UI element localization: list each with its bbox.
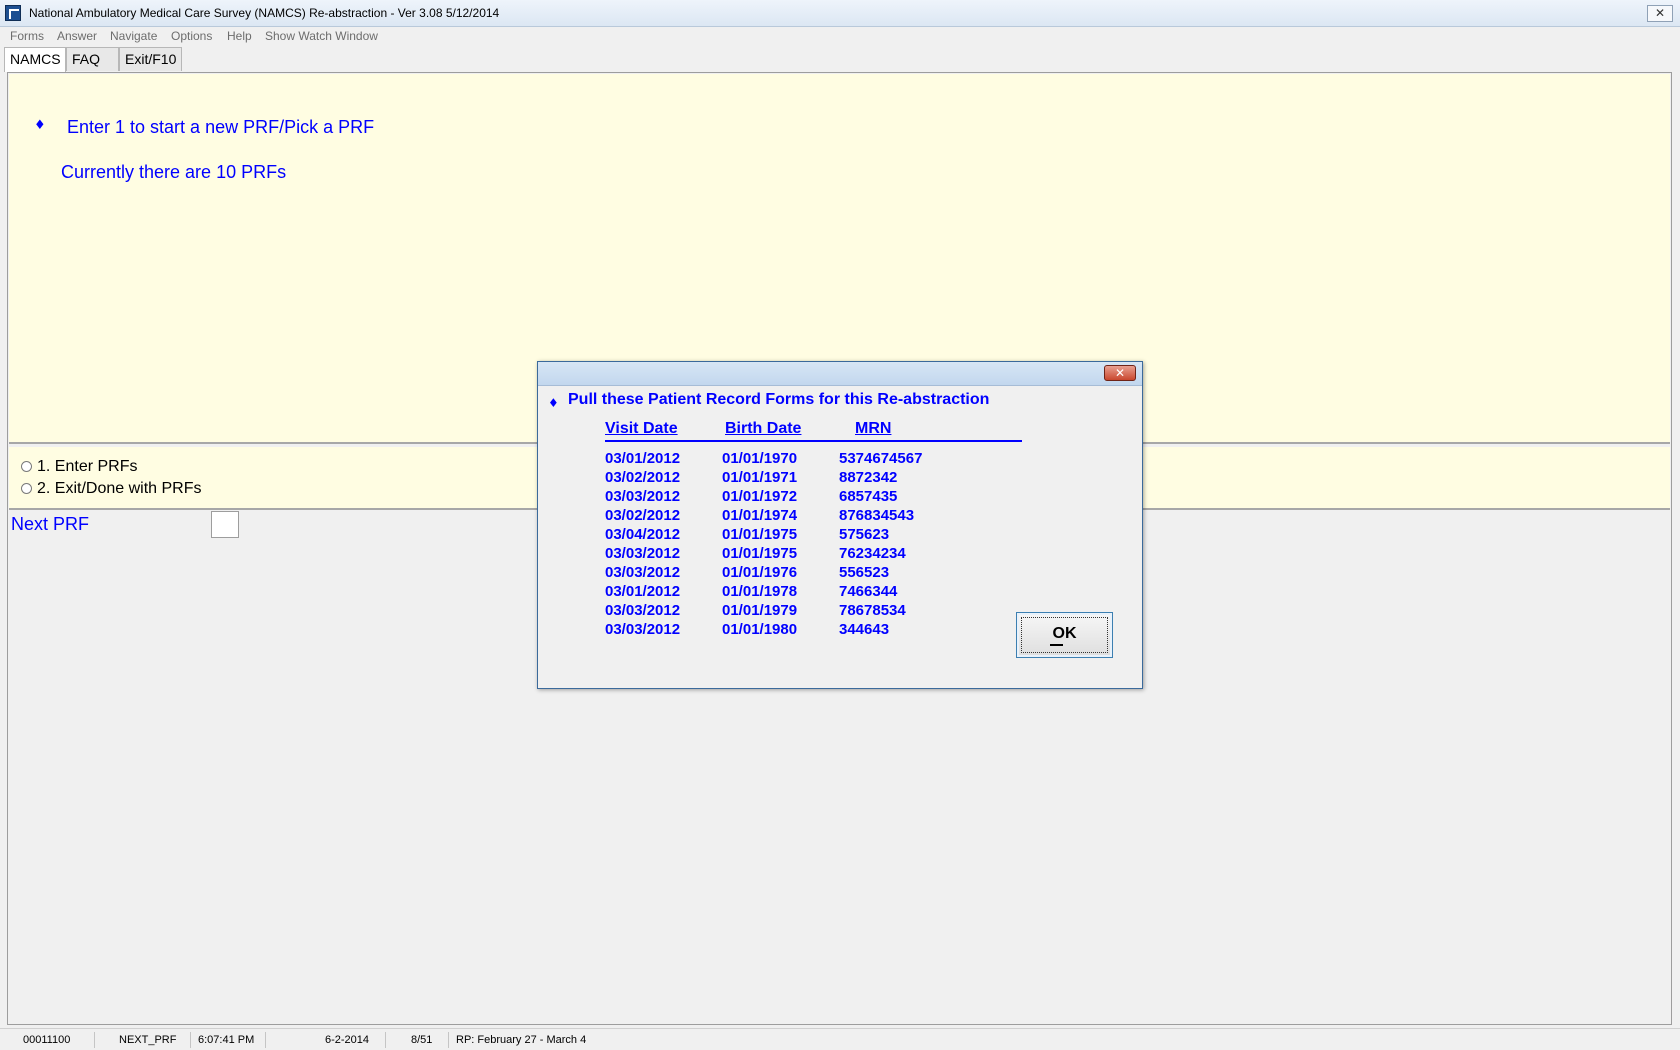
mrn-cell: 344643 — [839, 621, 890, 638]
status-reporting-period: RP: February 27 - March 4 — [456, 1034, 587, 1046]
table-row: 03/01/2012 01/01/1978 7466344 — [605, 583, 945, 602]
table-row: 03/03/2012 01/01/1976 556523 — [605, 564, 945, 583]
table-row: 03/03/2012 01/01/1975 76234234 — [605, 545, 945, 564]
ok-mnemonic-underline — [1050, 644, 1063, 646]
menu-navigate[interactable]: Navigate — [110, 27, 157, 45]
visit-date-cell: 03/03/2012 — [605, 564, 681, 581]
column-mrn: MRN — [855, 420, 892, 437]
birth-date-cell: 01/01/1976 — [722, 564, 798, 581]
ok-label: OK — [1052, 625, 1077, 642]
mrn-cell: 6857435 — [839, 488, 898, 505]
mrn-cell: 7466344 — [839, 583, 898, 600]
menu-forms[interactable]: Forms — [10, 27, 44, 45]
status-record-id: 00011100 — [23, 1034, 71, 1046]
visit-date-cell: 03/03/2012 — [605, 602, 681, 619]
window-close-button[interactable]: ✕ — [1647, 5, 1673, 22]
mrn-cell: 8872342 — [839, 469, 898, 486]
answer-number: 2. — [37, 480, 51, 497]
menu-answer[interactable]: Answer — [57, 27, 97, 45]
tab-strip: NAMCS FAQ Exit/F10 — [0, 47, 1680, 72]
visit-date-cell: 03/01/2012 — [605, 450, 681, 467]
status-divider — [190, 1032, 191, 1048]
visit-date-cell: 03/03/2012 — [605, 545, 681, 562]
mrn-cell: 5374674567 — [839, 450, 923, 467]
answer-label: Exit/Done with PRFs — [54, 480, 202, 497]
answer-number: 1. — [37, 458, 51, 475]
status-progress: 8/51 — [411, 1034, 433, 1046]
dialog-titlebar: ✕ — [538, 362, 1142, 386]
birth-date-cell: 01/01/1980 — [722, 621, 798, 638]
tab-namcs[interactable]: NAMCS — [4, 47, 66, 72]
table-row: 03/03/2012 01/01/1972 6857435 — [605, 488, 945, 507]
radio-button[interactable] — [21, 461, 32, 472]
ok-button[interactable]: OK — [1016, 612, 1113, 658]
next-prf-label: Next PRF — [11, 514, 90, 534]
visit-date-cell: 03/02/2012 — [605, 469, 681, 486]
status-divider — [265, 1032, 266, 1048]
status-field-name: NEXT_PRF — [119, 1034, 177, 1046]
status-date: 6-2-2014 — [325, 1034, 370, 1046]
table-header: Visit Date Birth Date MRN — [605, 418, 1022, 442]
status-divider — [448, 1032, 449, 1048]
mrn-cell: 575623 — [839, 526, 890, 543]
table-row: 03/03/2012 01/01/1980 344643 — [605, 621, 945, 640]
column-birth-date: Birth Date — [725, 420, 802, 437]
app-icon — [5, 5, 21, 21]
status-bar: 00011100 NEXT_PRF 6:07:41 PM 6-2-2014 8/… — [0, 1028, 1680, 1050]
birth-date-cell: 01/01/1975 — [722, 526, 798, 543]
visit-date-cell: 03/04/2012 — [605, 526, 681, 543]
birth-date-cell: 01/01/1978 — [722, 583, 798, 600]
birth-date-cell: 01/01/1974 — [722, 507, 798, 524]
column-visit-date: Visit Date — [605, 420, 678, 437]
table-row: 03/02/2012 01/01/1971 8872342 — [605, 469, 945, 488]
answer-label: Enter PRFs — [54, 458, 138, 475]
visit-date-cell: 03/03/2012 — [605, 621, 681, 638]
birth-date-cell: 01/01/1975 — [722, 545, 798, 562]
visit-date-cell: 03/02/2012 — [605, 507, 681, 524]
question-bullet-icon: ♦ — [34, 118, 46, 133]
status-divider — [385, 1032, 386, 1048]
window-titlebar: National Ambulatory Medical Care Survey … — [0, 0, 1680, 27]
pull-prf-dialog: ✕ ♦ Pull these Patient Record Forms for … — [537, 361, 1143, 689]
prf-table-body: 03/01/2012 01/01/1970 5374674567 03/02/2… — [605, 450, 945, 640]
birth-date-cell: 01/01/1971 — [722, 469, 798, 486]
status-time: 6:07:41 PM — [198, 1034, 255, 1046]
prf-count-info: Currently there are 10 PRFs — [61, 162, 287, 182]
dialog-close-button[interactable]: ✕ — [1104, 365, 1136, 381]
table-row: 03/04/2012 01/01/1975 575623 — [605, 526, 945, 545]
menu-options[interactable]: Options — [171, 27, 212, 45]
mrn-cell: 76234234 — [839, 545, 906, 562]
visit-date-cell: 03/03/2012 — [605, 488, 681, 505]
mrn-cell: 556523 — [839, 564, 890, 581]
mrn-cell: 876834543 — [839, 507, 915, 524]
menu-help[interactable]: Help — [227, 27, 252, 45]
birth-date-cell: 01/01/1970 — [722, 450, 798, 467]
menu-show-watch-window[interactable]: Show Watch Window — [265, 27, 378, 45]
dialog-bullet-icon: ♦ — [548, 396, 559, 410]
birth-date-cell: 01/01/1979 — [722, 602, 798, 619]
status-divider — [94, 1032, 95, 1048]
table-row: 03/03/2012 01/01/1979 78678534 — [605, 602, 945, 621]
birth-date-cell: 01/01/1972 — [722, 488, 798, 505]
tab-faq[interactable]: FAQ — [66, 47, 119, 71]
question-prompt: Enter 1 to start a new PRF/Pick a PRF — [67, 117, 375, 137]
next-prf-input[interactable] — [211, 511, 239, 538]
table-row: 03/02/2012 01/01/1974 876834543 — [605, 507, 945, 526]
menu-bar: Forms Answer Navigate Options Help Show … — [0, 27, 1680, 47]
dialog-title: Pull these Patient Record Forms for this… — [568, 391, 990, 408]
visit-date-cell: 03/01/2012 — [605, 583, 681, 600]
window-title: National Ambulatory Medical Care Survey … — [29, 6, 500, 20]
tab-exit[interactable]: Exit/F10 — [119, 47, 182, 71]
radio-button[interactable] — [21, 483, 32, 494]
mrn-cell: 78678534 — [839, 602, 906, 619]
table-row: 03/01/2012 01/01/1970 5374674567 — [605, 450, 945, 469]
